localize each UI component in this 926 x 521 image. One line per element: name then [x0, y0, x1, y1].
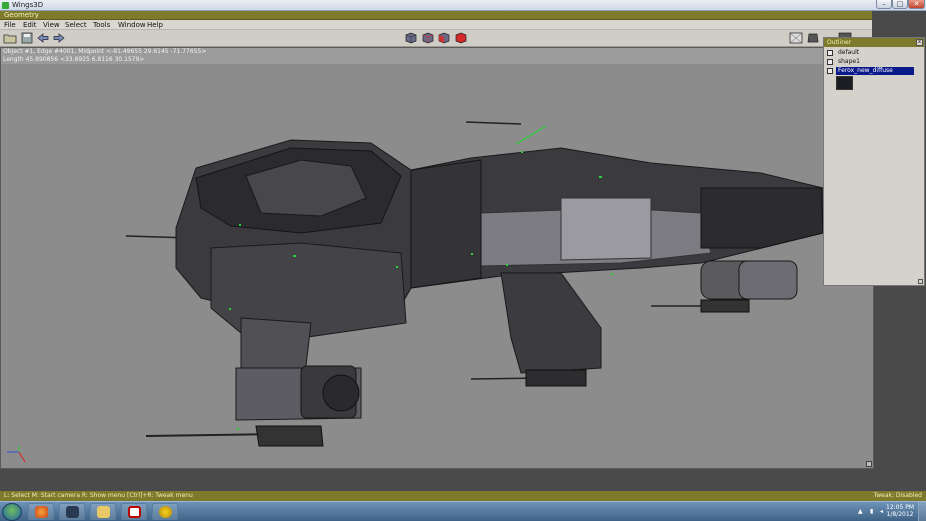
axis-gizmo-icon	[7, 446, 26, 463]
geometry-titlebar: Geometry	[0, 11, 872, 20]
menu-file[interactable]: File	[4, 21, 16, 29]
outliner-resize-handle[interactable]	[918, 279, 923, 284]
redo-arrow-icon[interactable]	[52, 32, 66, 44]
start-button-icon[interactable]	[2, 503, 22, 521]
wireframe-view-icon[interactable]	[789, 32, 803, 44]
window-title: Wings3D	[12, 1, 44, 9]
tweak-status: Tweak: Disabled	[873, 492, 922, 499]
ship-model[interactable]	[1, 48, 874, 469]
menu-tools[interactable]: Tools	[93, 21, 110, 29]
taskbar-media[interactable]	[121, 503, 147, 520]
menu-select[interactable]: Select	[65, 21, 87, 29]
window-titlebar: Wings3D – □ ✕	[0, 0, 926, 11]
save-icon[interactable]	[20, 32, 34, 44]
system-tray: ▲ ▮ ◂ 12:05 PM 1/8/2012	[846, 502, 926, 521]
menu-help[interactable]: Help	[147, 21, 163, 29]
taskbar-firefox[interactable]	[28, 503, 54, 520]
face-mode-icon[interactable]	[437, 32, 451, 44]
menu-edit[interactable]: Edit	[23, 21, 37, 29]
outliner-item-default[interactable]: default	[827, 49, 921, 57]
open-folder-icon[interactable]	[3, 32, 17, 44]
menu-window[interactable]: Window	[118, 21, 146, 29]
undo-arrow-icon[interactable]	[36, 32, 50, 44]
toolbar	[0, 30, 872, 47]
menubar: File Edit View Select Tools Window Help	[0, 20, 872, 30]
taskbar-app[interactable]	[152, 503, 178, 520]
smooth-view-icon[interactable]	[806, 32, 820, 44]
firefox-icon	[35, 506, 48, 518]
edge-mode-icon[interactable]	[421, 32, 435, 44]
outliner-item-label: default	[838, 49, 860, 56]
taskbar-explorer[interactable]	[90, 503, 116, 520]
app-icon	[159, 506, 172, 518]
wings3d-icon	[66, 506, 79, 518]
info-line-2: Length 45.890856 <33.8925 6.8116 30.1579…	[3, 56, 145, 63]
geometry-viewport[interactable]: Object #1, Edge #4001, Midpoint <-81.496…	[0, 47, 874, 469]
info-line-1: Object #1, Edge #4001, Midpoint <-81.496…	[3, 48, 207, 55]
clock[interactable]: 12:05 PM 1/8/2012	[886, 504, 914, 518]
minimize-button[interactable]: –	[876, 0, 892, 9]
tray-arrow-icon[interactable]: ▲	[858, 508, 863, 515]
body-mode-icon[interactable]	[454, 32, 468, 44]
vertex-mode-icon[interactable]	[404, 32, 418, 44]
viewport-resize-handle[interactable]	[866, 461, 872, 467]
outliner-item-ferox-new-diffuse[interactable]: Ferox_new_diffuse	[827, 67, 921, 75]
close-button[interactable]: ✕	[908, 0, 925, 9]
outliner-item-shape1[interactable]: shape1	[827, 58, 921, 66]
selection-info: Object #1, Edge #4001, Midpoint <-81.496…	[1, 48, 873, 64]
status-bar: L: Select M: Start camera R: Show menu […	[0, 491, 926, 501]
clock-date: 1/8/2012	[886, 511, 914, 518]
outliner-item-label: shape1	[838, 58, 860, 65]
material-icon	[827, 50, 833, 56]
windows-taskbar: ▲ ▮ ◂ 12:05 PM 1/8/2012	[0, 501, 926, 521]
show-desktop-button[interactable]	[918, 502, 926, 521]
media-icon	[128, 506, 141, 518]
menu-view[interactable]: View	[43, 21, 60, 29]
outliner-close-button[interactable]: x	[916, 39, 923, 46]
maximize-button[interactable]: □	[892, 0, 908, 9]
texture-thumbnail[interactable]	[836, 76, 853, 90]
object-icon	[827, 59, 833, 65]
geometry-title: Geometry	[4, 11, 39, 19]
taskbar-wings3d[interactable]	[59, 503, 85, 520]
explorer-icon	[97, 506, 110, 518]
outliner-titlebar: Outliner x	[824, 38, 924, 47]
outliner-title: Outliner	[827, 39, 852, 46]
outliner-panel: Outliner x default shape1 Ferox_new_diff…	[823, 37, 925, 286]
wings3d-app-icon	[2, 2, 9, 9]
clock-time: 12:05 PM	[886, 504, 914, 511]
image-icon	[827, 68, 833, 74]
network-icon[interactable]: ▮	[870, 508, 873, 515]
volume-icon[interactable]: ◂	[880, 508, 883, 515]
mouse-help-text: L: Select M: Start camera R: Show menu […	[4, 492, 193, 499]
outliner-item-label: Ferox_new_diffuse	[836, 67, 914, 75]
